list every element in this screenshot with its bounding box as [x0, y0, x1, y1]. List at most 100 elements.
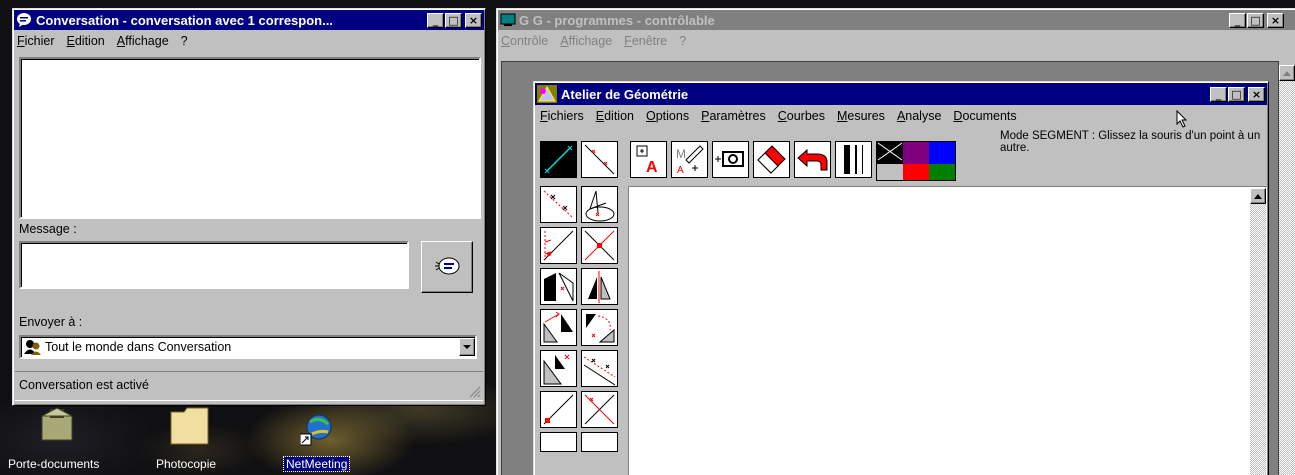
minimize-button[interactable]: _	[427, 12, 444, 28]
send-to-label: Envoyer à :	[19, 315, 83, 329]
scroll-up-button[interactable]	[1250, 188, 1266, 204]
segment-tool-button[interactable]	[540, 141, 577, 178]
undo-tool-button[interactable]	[794, 141, 831, 178]
rotation-tool-button[interactable]	[581, 309, 618, 346]
send-message-icon	[435, 257, 460, 275]
axial-symmetry-icon	[588, 271, 611, 303]
perpendicular-tool-button[interactable]	[540, 186, 577, 223]
menu-affichage[interactable]: Affichage	[117, 34, 169, 48]
cross-icon	[877, 142, 903, 161]
menu-analyse[interactable]: Analyse	[897, 109, 941, 123]
menu-edition[interactable]: Edition	[67, 34, 105, 48]
svg-text:A: A	[646, 159, 658, 176]
people-icon	[24, 340, 41, 355]
send-button[interactable]	[421, 241, 473, 293]
minimize-icon: _	[1215, 87, 1222, 101]
camera-tool-button[interactable]	[712, 141, 749, 178]
menu-fichiers[interactable]: Fichiers	[540, 109, 584, 123]
conversation-window: Conversation - conversation avec 1 corre…	[12, 8, 486, 406]
menu-fichier[interactable]: Fichier	[17, 34, 55, 48]
color-swatch-purple[interactable]	[903, 142, 929, 164]
line-tool-button[interactable]	[581, 141, 618, 178]
icon-label: NetMeeting	[282, 456, 351, 472]
parallel-tool-button[interactable]	[581, 350, 618, 387]
crossed-lines-icon	[584, 394, 615, 425]
menu-edition[interactable]: Edition	[596, 109, 634, 123]
extra-tool-button[interactable]	[581, 432, 618, 452]
recipient-select[interactable]: Tout le monde dans Conversation	[19, 335, 477, 359]
window-title: G G - programmes - contrôlable	[519, 12, 715, 28]
translation-tool-button[interactable]	[540, 309, 577, 346]
close-button[interactable]: ×	[465, 12, 482, 28]
resize-grip-icon[interactable]	[469, 386, 481, 398]
axial-symmetry-tool-button[interactable]	[581, 268, 618, 305]
cross-lines-tool-button[interactable]	[581, 391, 618, 428]
maximize-button[interactable]: □	[1228, 86, 1245, 102]
conversation-history[interactable]	[19, 57, 481, 219]
color-swatch-black[interactable]	[877, 142, 903, 164]
maximize-icon: □	[448, 13, 459, 27]
color-swatch-blue[interactable]	[929, 142, 955, 164]
eraser-icon	[757, 145, 786, 174]
compass-circle-icon	[585, 190, 615, 222]
dropdown-button[interactable]	[459, 338, 475, 356]
color-swatch-gray[interactable]	[877, 164, 903, 180]
close-button[interactable]: ×	[1248, 86, 1265, 102]
status-bar: Conversation est activé	[15, 371, 483, 401]
minimize-icon: _	[1234, 13, 1241, 27]
menu-affichage[interactable]: Affichage	[560, 34, 612, 48]
eraser-tool-button[interactable]	[753, 141, 790, 178]
color-palette	[876, 141, 956, 181]
extra-tool-button[interactable]	[540, 432, 577, 452]
mode-help-text: Mode SEGMENT : Glissez la souris d'un po…	[1000, 130, 1261, 154]
gg-titlebar[interactable]: G G - programmes - contrôlable _ □ ×	[498, 10, 1295, 30]
conversation-titlebar[interactable]: Conversation - conversation avec 1 corre…	[14, 10, 484, 30]
angle-tool-button[interactable]	[540, 227, 577, 264]
segment-icon	[544, 145, 573, 174]
conversation-menubar: Fichier Edition Affichage ?	[13, 31, 485, 51]
close-icon: ×	[1251, 87, 1262, 101]
text-label-tool-button[interactable]: A	[630, 141, 667, 178]
homothety-tool-button[interactable]	[540, 350, 577, 387]
midpoint-tool-button[interactable]	[540, 391, 577, 428]
scroll-up-button[interactable]	[1279, 65, 1295, 81]
close-icon: ×	[1270, 13, 1281, 27]
menu-documents[interactable]: Documents	[953, 109, 1016, 123]
desktop-icon-porte-documents[interactable]: Porte-documents	[0, 402, 130, 475]
color-swatch-green[interactable]	[929, 164, 955, 180]
menu-help[interactable]: ?	[181, 34, 188, 48]
line-style-tool-button[interactable]	[835, 141, 872, 178]
circle-tool-button[interactable]	[581, 186, 618, 223]
canvas-vertical-scrollbar[interactable]	[1250, 188, 1266, 475]
undo-arrow-icon	[797, 148, 828, 171]
menu-mesures[interactable]: Mesures	[837, 109, 885, 123]
briefcase-icon	[41, 407, 73, 441]
symmetry-tool-button[interactable]	[540, 268, 577, 305]
close-button[interactable]: ×	[1267, 12, 1284, 28]
gg-window: G G - programmes - contrôlable _ □ × Con…	[496, 8, 1295, 475]
move-label-tool-button[interactable]: MA	[671, 141, 708, 178]
geometry-app-icon	[537, 85, 557, 103]
menu-courbes[interactable]: Courbes	[778, 109, 825, 123]
intersection-icon	[584, 230, 615, 261]
menu-options[interactable]: Options	[646, 109, 689, 123]
color-swatch-red[interactable]	[903, 164, 929, 180]
minimize-icon: _	[432, 13, 439, 27]
atelier-titlebar[interactable]: Atelier de Géométrie _ □ ×	[535, 83, 1267, 105]
gg-vertical-scrollbar[interactable]	[1279, 65, 1295, 475]
maximize-button[interactable]: □	[1247, 12, 1264, 28]
menu-fenetre[interactable]: Fenêtre	[624, 34, 667, 48]
message-label: Message :	[19, 222, 77, 236]
minimize-button[interactable]: _	[1210, 86, 1227, 102]
menu-parametres[interactable]: Paramètres	[701, 109, 766, 123]
maximize-button[interactable]: □	[445, 12, 462, 28]
window-title: Atelier de Géométrie	[561, 86, 689, 102]
message-input[interactable]	[19, 241, 409, 289]
desktop-icon-photocopie[interactable]: Photocopie	[140, 402, 250, 475]
menu-help[interactable]: ?	[679, 34, 686, 48]
menu-controle[interactable]: Contrôle	[501, 34, 548, 48]
desktop-icon-netmeeting[interactable]: NetMeeting	[280, 402, 380, 475]
intersection-tool-button[interactable]	[581, 227, 618, 264]
drawing-canvas[interactable]	[628, 186, 1268, 475]
minimize-button[interactable]: _	[1229, 12, 1246, 28]
